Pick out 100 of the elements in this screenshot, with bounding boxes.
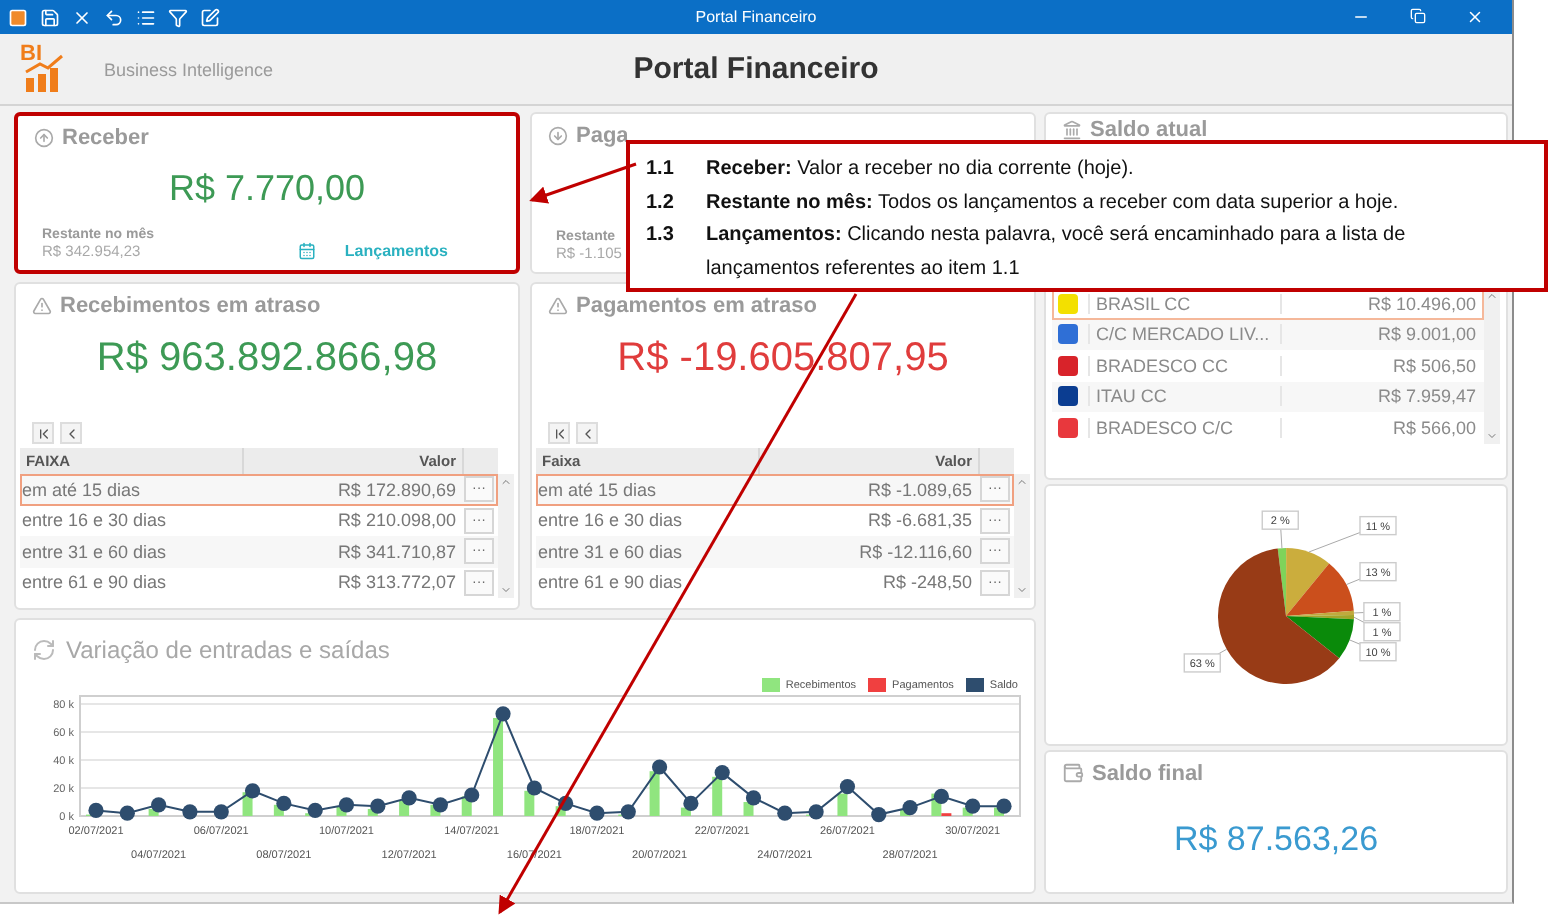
data-point (88, 802, 104, 818)
table-cell: BRADESCO CC (1088, 355, 1280, 376)
data-point (777, 805, 793, 821)
account-row[interactable]: C/C MERCADO LIV... R$ 9.001,00 (1052, 319, 1484, 350)
data-point (839, 779, 856, 795)
table-cell-text: entre 31 e 60 dias (20, 541, 169, 562)
data-point (714, 765, 730, 781)
card-title: Recebimentos em atraso (60, 293, 321, 317)
scroll-down-icon (500, 584, 512, 596)
bar (712, 776, 723, 816)
data-point (965, 798, 981, 814)
first-page-icon (551, 425, 567, 441)
app-subtitle: Business Intelligence (104, 59, 274, 79)
data-point (119, 805, 135, 821)
arrow-up-icon (34, 127, 54, 147)
table-cell-text: R$ 341.710,87 (335, 541, 458, 562)
warning-icon (548, 295, 568, 315)
annotation-text: Receber: Valor a receber no dia corrente (hoje). (706, 156, 1136, 184)
table-cell: ITAU CC (1088, 386, 1280, 407)
scroll-down-icon (1016, 584, 1028, 596)
first-page-button[interactable] (32, 422, 54, 444)
annotation-text: Restante no mês: Todos os lançamentos a receber com data superior a hoje. (706, 189, 1401, 217)
scroll-up-icon (1486, 290, 1498, 302)
table-cell: C/C MERCADO LIV... (1088, 324, 1280, 345)
scroll-up-icon (500, 476, 512, 488)
data-point (745, 790, 762, 806)
filter-icon[interactable] (168, 7, 188, 27)
data-point (432, 797, 448, 813)
table-cell-text: entre 61 e 90 dias (20, 572, 169, 593)
edit-icon[interactable] (200, 7, 220, 27)
data-point (652, 759, 668, 775)
table-cell-text: em até 15 dias (536, 479, 659, 500)
amount: R$ 7.770,00 (168, 168, 366, 210)
table-cell-text: R$ -6.681,35 (865, 510, 974, 531)
scrollbar[interactable] (1484, 288, 1500, 443)
app-icon (8, 7, 28, 27)
card-title: Saldo final (1092, 761, 1204, 785)
table-cell: BRADESCO C/C (1088, 417, 1280, 438)
table-cell-text: entre 16 e 30 dias (536, 510, 685, 531)
data-point (683, 795, 699, 811)
restore-icon[interactable] (1410, 8, 1426, 24)
arrow-down-icon (548, 125, 568, 145)
item-number: 1.1 (646, 156, 676, 184)
table-cell-text: R$ 313.772,07 (335, 572, 458, 593)
data-point (808, 804, 824, 820)
bank-icon (1062, 119, 1082, 139)
data-point (464, 787, 480, 803)
data-point (620, 804, 636, 820)
bar (524, 790, 535, 816)
refresh-icon (32, 638, 56, 662)
save-icon[interactable] (40, 7, 60, 27)
scroll-up-icon (1016, 476, 1028, 488)
data-point (495, 706, 511, 722)
data-point (276, 795, 292, 811)
card-title: Paga (576, 123, 629, 147)
table-cell-text: R$ -248,50 (880, 572, 974, 593)
data-point (526, 780, 542, 796)
logo: BI (20, 45, 68, 93)
close-icon[interactable] (1466, 8, 1484, 26)
item-number: 1.3 (646, 222, 676, 250)
table-cell-text: entre 61 e 90 dias (536, 572, 685, 593)
data-point (933, 788, 949, 804)
data-point (182, 804, 198, 820)
data-point (871, 807, 887, 823)
calendar-icon (298, 242, 317, 260)
scrollbar[interactable] (498, 474, 514, 598)
table-cell-text: em até 15 dias (20, 479, 143, 500)
wallet-icon (1062, 762, 1084, 784)
data-point (401, 790, 417, 806)
page-title: Portal Financeiro (633, 52, 879, 86)
data-point (902, 800, 918, 816)
table-cell-text: R$ -1.089,65 (865, 479, 974, 500)
scroll-down-icon (1486, 429, 1498, 441)
bar (493, 718, 504, 816)
data-point (589, 805, 605, 821)
list-icon[interactable] (136, 7, 156, 27)
card-title: Pagamentos em atraso (576, 293, 817, 317)
table-cell-text: R$ -12.116,60 (857, 541, 974, 562)
bar (743, 802, 754, 816)
window-title: Portal Financeiro (695, 8, 817, 26)
data-point (307, 802, 323, 818)
table-cell-text: entre 16 e 30 dias (20, 510, 169, 531)
data-point (338, 797, 355, 813)
bar (649, 771, 660, 816)
amount: R$ 87.563,26 (1173, 820, 1379, 860)
data-point (244, 783, 261, 799)
first-page-button[interactable] (548, 422, 570, 444)
data-point (213, 804, 229, 820)
warning-icon (32, 295, 52, 315)
first-page-icon (35, 425, 51, 441)
item-number: 1.2 (646, 189, 676, 217)
scrollbar[interactable] (1014, 474, 1030, 598)
close-icon[interactable] (72, 7, 92, 27)
table-cell-text: entre 31 e 60 dias (536, 541, 685, 562)
amount: R$ 963.892.866,98 (96, 336, 438, 382)
annotation-text: Lançamentos: Clicando nesta palavra, você será encaminhado para a lista de lançamentos referentes ao item 1.1 (706, 222, 1408, 283)
data-point (996, 798, 1012, 814)
table-cell-text: R$ 210.098,00 (335, 510, 458, 531)
account-row[interactable]: ITAU CC R$ 7.959,47 (1052, 381, 1484, 412)
undo-icon[interactable] (104, 7, 124, 27)
